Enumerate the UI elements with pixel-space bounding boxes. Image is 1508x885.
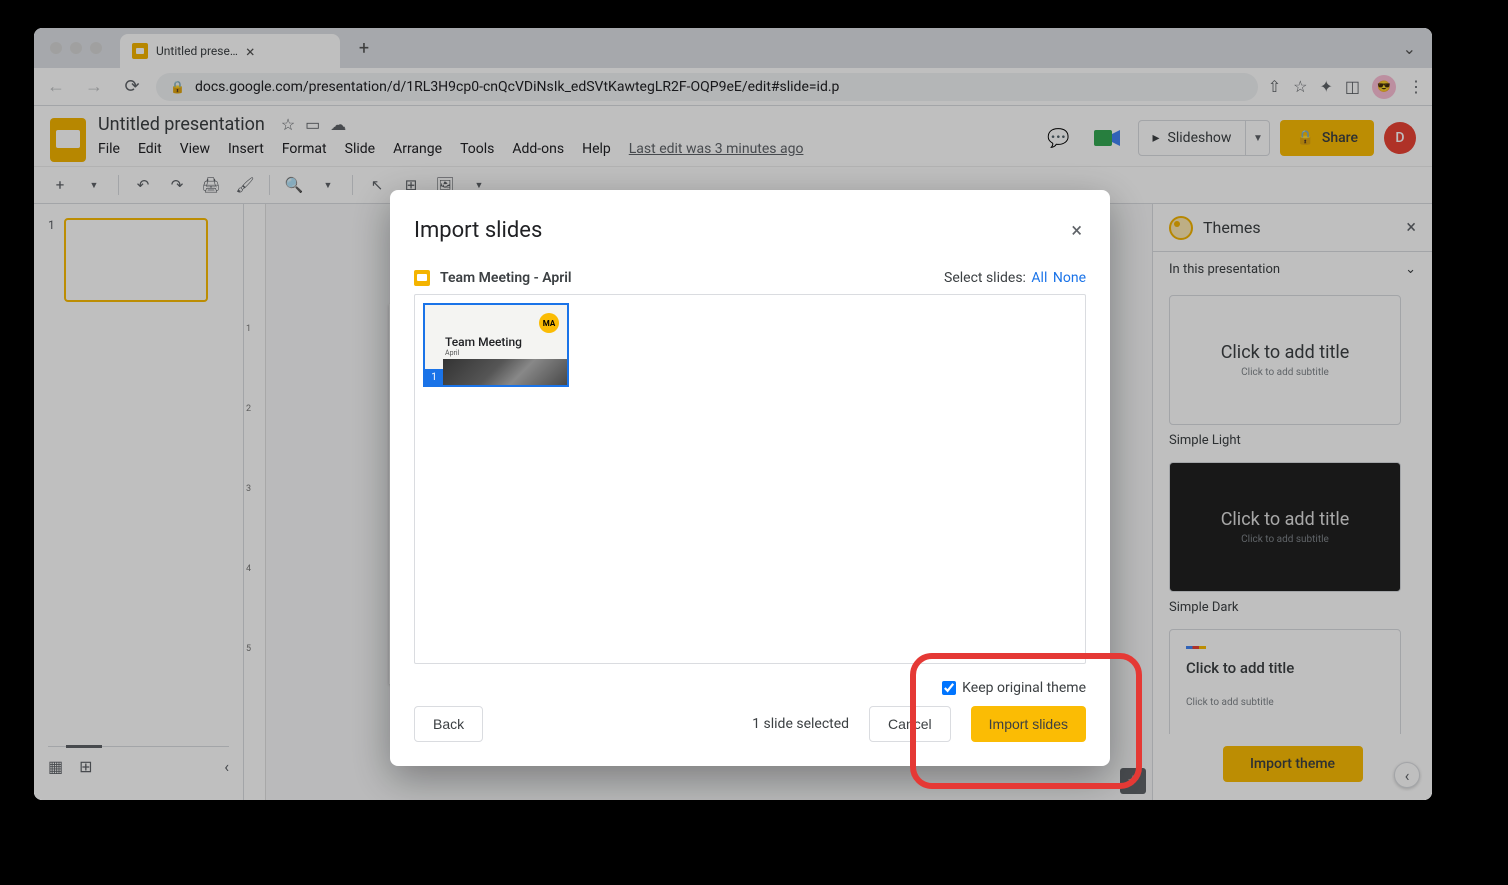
cancel-button[interactable]: Cancel	[869, 706, 951, 742]
slides-grid: MA Team Meeting April 1	[414, 294, 1086, 664]
import-slides-button[interactable]: Import slides	[971, 706, 1086, 742]
import-slides-dialog: Import slides × Team Meeting - April Sel…	[390, 190, 1110, 766]
import-slide-thumbnail[interactable]: MA Team Meeting April 1	[423, 303, 569, 387]
keep-theme-checkbox-row[interactable]: Keep original theme	[942, 680, 1086, 696]
back-button[interactable]: Back	[414, 706, 483, 742]
presenter-badge: MA	[539, 313, 559, 333]
close-dialog-button[interactable]: ×	[1067, 214, 1086, 246]
slide-number-badge: 1	[425, 369, 443, 385]
selected-count: 1 slide selected	[752, 716, 849, 732]
keep-theme-checkbox[interactable]	[942, 681, 956, 695]
browser-window: Untitled presentation - Google × + ⌄ ← →…	[34, 28, 1432, 800]
slides-icon	[414, 270, 430, 286]
slide-photo	[443, 359, 569, 385]
source-document: Team Meeting - April	[414, 270, 572, 286]
select-slides-links: Select slides: All None	[944, 270, 1086, 286]
select-none-link[interactable]: None	[1053, 270, 1086, 286]
dialog-title: Import slides	[414, 218, 542, 243]
select-all-link[interactable]: All	[1031, 270, 1047, 286]
